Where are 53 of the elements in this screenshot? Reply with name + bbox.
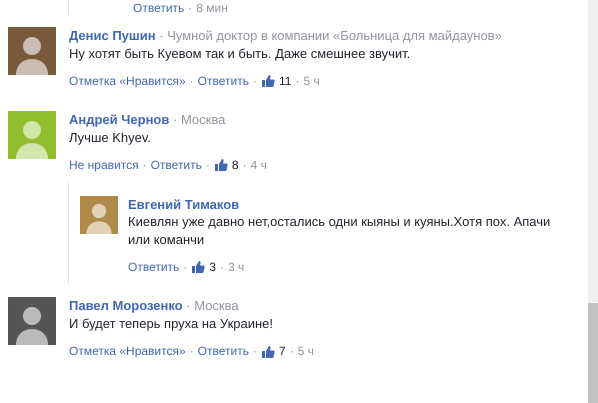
separator-dot: · [183, 259, 188, 276]
timestamp: 5 ч [303, 73, 320, 90]
thumbs-up-icon [260, 74, 275, 88]
timestamp: 8 мин [196, 2, 228, 14]
author-name[interactable]: Евгений Тимаков [128, 196, 240, 212]
separator-dot: · [186, 298, 191, 314]
avatar[interactable] [80, 196, 118, 234]
like-link[interactable]: Не нравится [69, 157, 139, 174]
thumbs-up-icon [191, 260, 206, 274]
comment-text: И будет теперь пруха на Украине! [69, 314, 274, 332]
reply-link[interactable]: Ответить [133, 2, 184, 14]
separator-dot: · [188, 2, 192, 14]
separator-dot: · [172, 112, 178, 128]
author-name[interactable]: Денис Пушин [69, 28, 156, 43]
separator-dot: · [290, 343, 294, 360]
author-info: Москва [180, 112, 226, 128]
like-count: 8 [232, 157, 239, 174]
separator-dot: · [206, 157, 210, 174]
separator-dot: · [190, 73, 194, 90]
comment-text: Ну хотят быть Куевом так и быть. Даже смешнее звучит. [69, 44, 412, 62]
thumbs-up-icon [214, 158, 228, 172]
separator-dot: · [220, 259, 224, 276]
like-link[interactable]: Отметка «Нравится» [69, 73, 186, 90]
like-count: 11 [278, 73, 292, 90]
separator-dot: · [242, 157, 247, 174]
separator-dot: · [190, 343, 194, 360]
comment-text: Киевлян уже давно нет,остались одни кыяны и куяны.Хотя пох. Апачи или команчи [128, 213, 552, 248]
reply-link[interactable]: Ответить [128, 259, 180, 276]
scrollbar-thumb[interactable] [588, 303, 598, 403]
comment-text: Лучше Khyev. [69, 128, 152, 146]
scrollbar[interactable] [588, 0, 598, 403]
like-count: 3 [209, 259, 216, 276]
separator-dot: · [252, 343, 257, 360]
separator-dot: · [295, 73, 300, 90]
timestamp: 5 ч [298, 343, 314, 360]
reply-link[interactable]: Ответить [198, 343, 249, 360]
like-count: 7 [278, 343, 286, 360]
author-name[interactable]: Павел Морозенко [69, 298, 183, 314]
reply-link[interactable]: Ответить [150, 157, 202, 174]
thumbs-up-icon [260, 344, 275, 359]
separator-dot: · [252, 73, 257, 90]
avatar[interactable] [8, 111, 56, 160]
author-info: Чумной доктор в компании «Больница для майдаунов» [167, 28, 502, 43]
avatar[interactable] [8, 297, 56, 346]
separator-dot: · [142, 157, 147, 174]
avatar[interactable] [8, 27, 56, 75]
timestamp: 4 ч [250, 157, 267, 174]
like-link[interactable]: Отметка «Нравится» [69, 343, 186, 360]
author-info: Москва [194, 298, 239, 314]
reply-link[interactable]: Ответить [198, 73, 249, 90]
timestamp: 3 ч [228, 259, 244, 276]
separator-dot: · [159, 28, 164, 43]
author-name[interactable]: Андрей Чернов [69, 112, 170, 128]
